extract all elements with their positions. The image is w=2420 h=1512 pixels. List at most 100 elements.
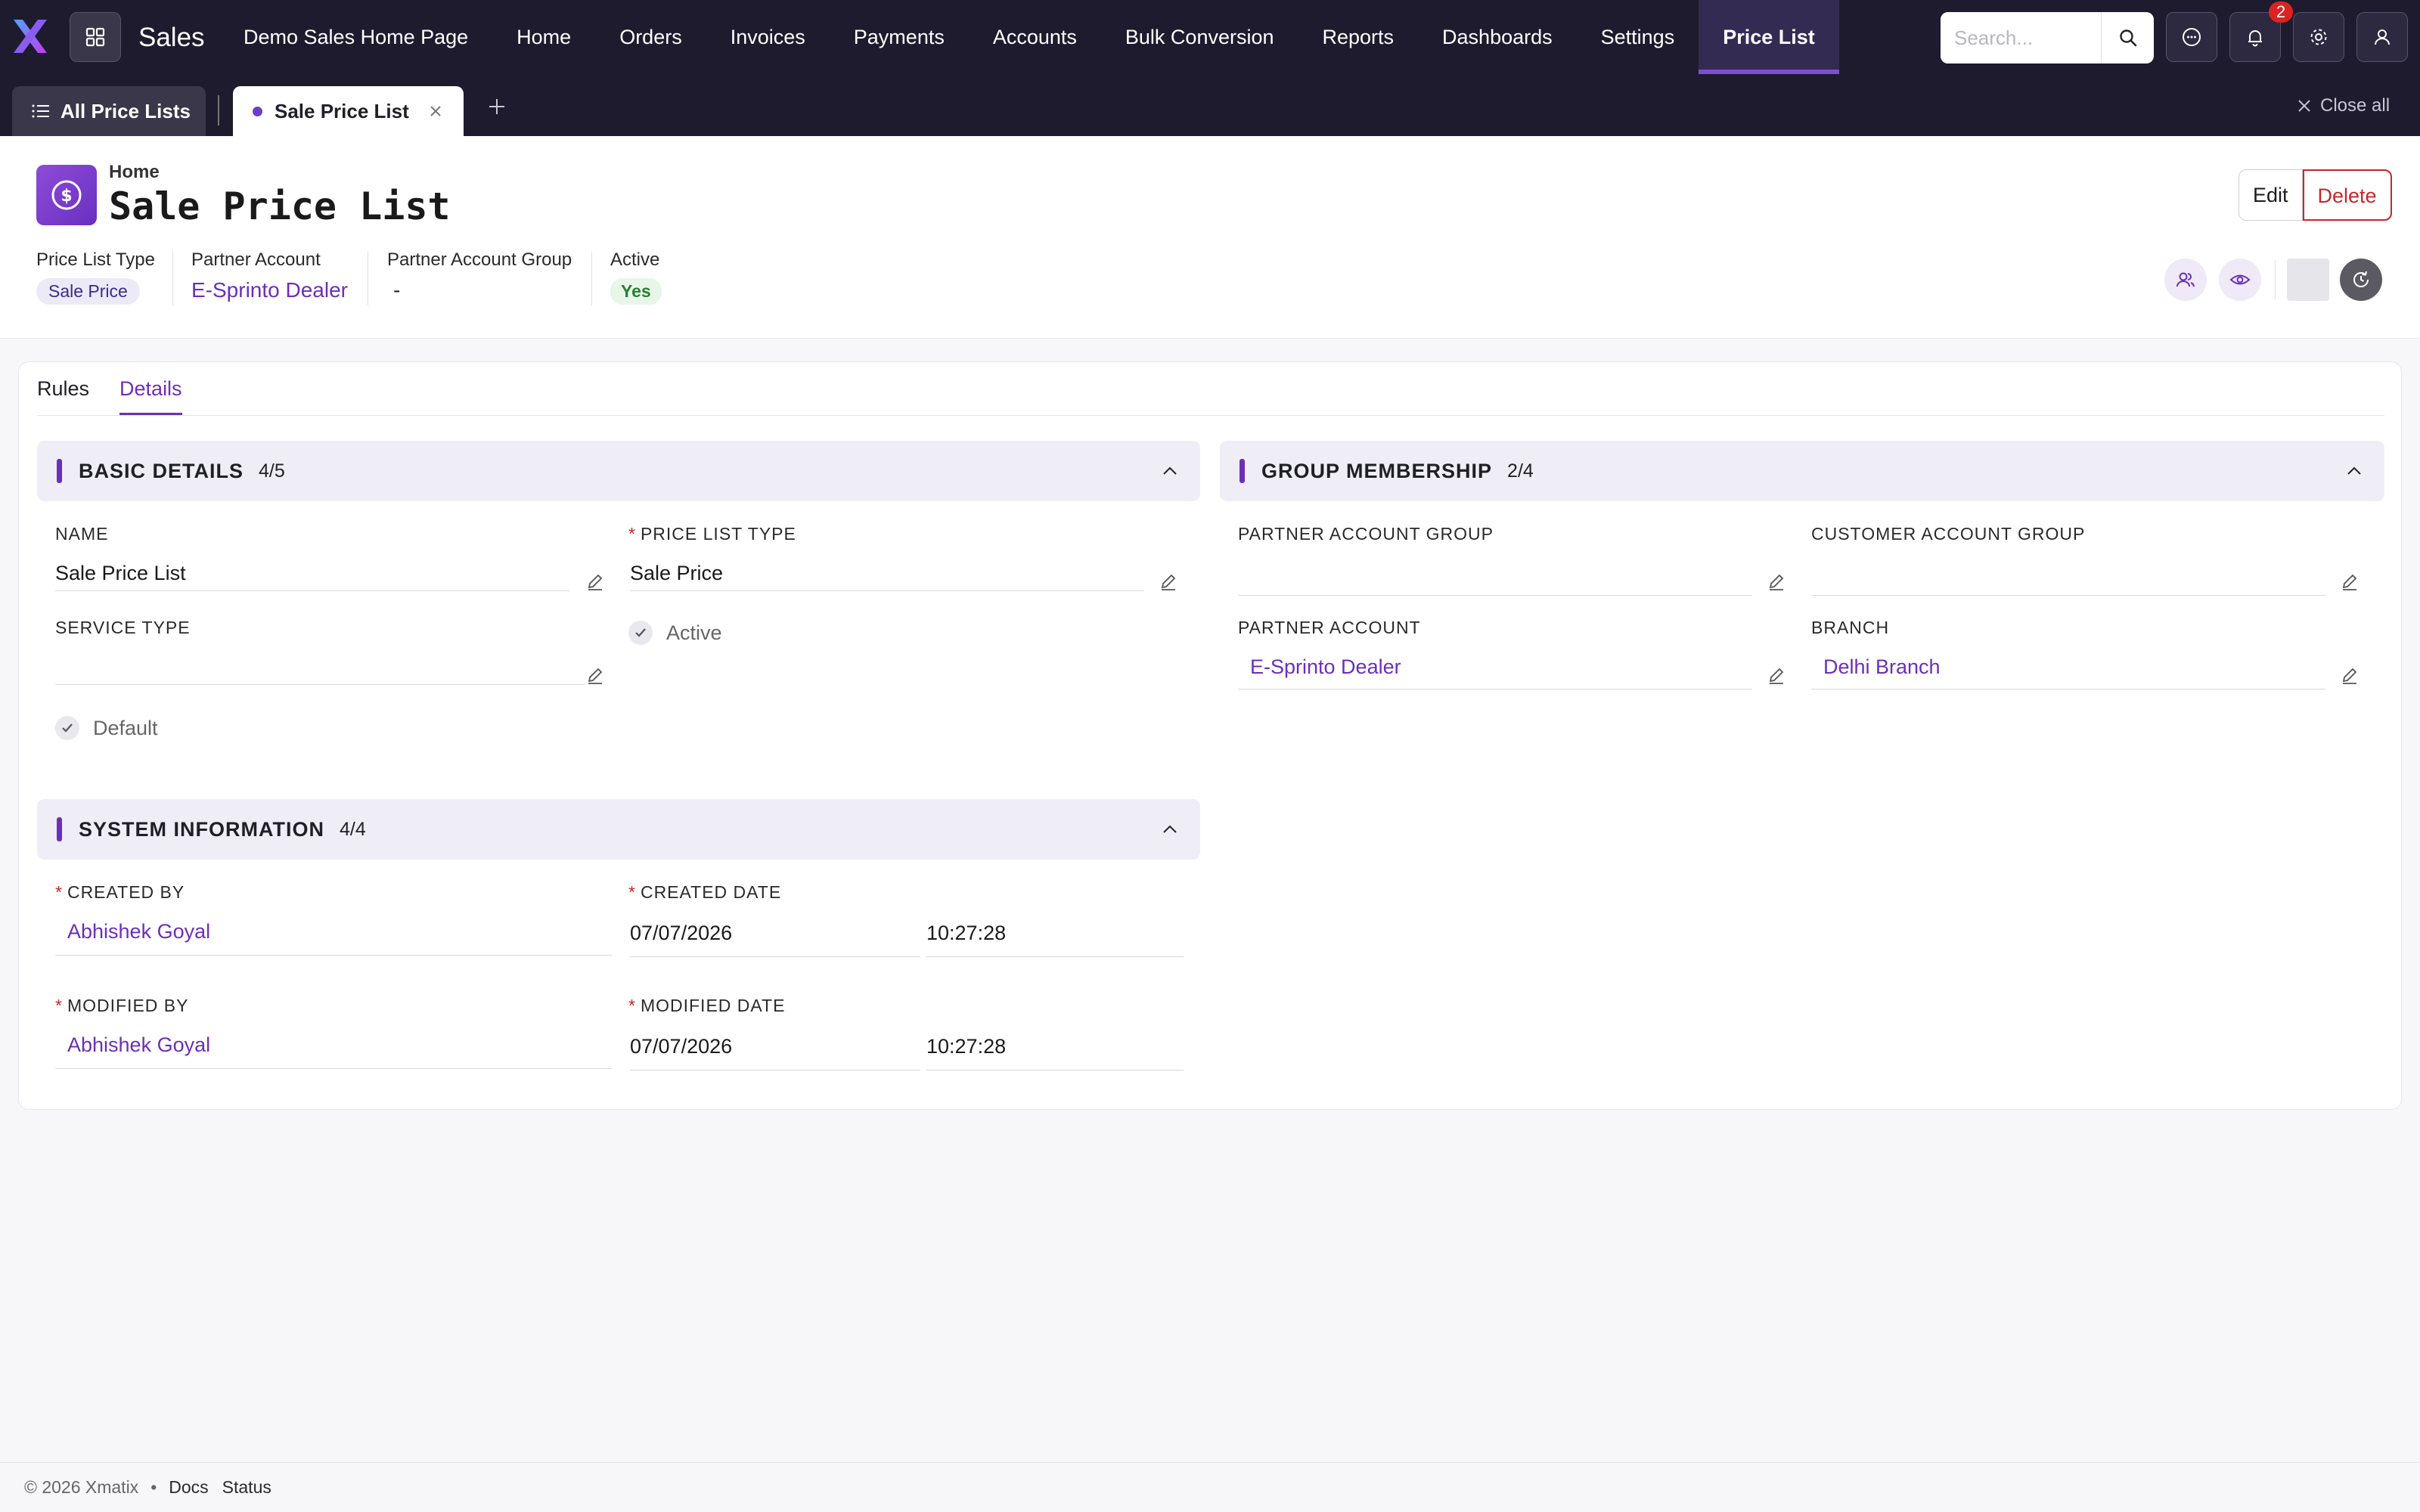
chat-bubble-icon — [2183, 28, 2201, 46]
watch-button[interactable] — [2219, 259, 2261, 301]
nav-link-orders[interactable]: Orders — [595, 0, 706, 74]
close-tab-icon[interactable] — [427, 103, 444, 119]
branch-label: BRANCH — [1811, 618, 1890, 637]
section-accent-bar — [1239, 459, 1245, 483]
partner-account-link[interactable]: E-Sprinto Dealer — [191, 278, 348, 302]
followers-button[interactable] — [2164, 259, 2207, 301]
grid-icon — [85, 27, 105, 47]
tab-rules[interactable]: Rules — [37, 377, 89, 416]
group-membership-section-header[interactable]: GROUP MEMBERSHIP 2/4 — [1220, 441, 2384, 501]
chat-button[interactable] — [2166, 12, 2217, 62]
name-value[interactable]: Sale Price List — [55, 562, 186, 585]
price-list-record-icon: $ — [36, 165, 97, 225]
header-actions: Edit Delete — [2238, 169, 2392, 221]
user-profile-button[interactable] — [2356, 12, 2408, 62]
docs-link[interactable]: Docs — [169, 1477, 208, 1498]
required-asterisk: * — [628, 882, 636, 902]
field-underline — [1238, 595, 1752, 596]
basic-details-section-header[interactable]: BASIC DETAILS 4/5 — [37, 441, 1200, 501]
created-date-value[interactable]: 07/07/2026 — [630, 922, 732, 945]
nav-link-bulk-conversion[interactable]: Bulk Conversion — [1101, 0, 1298, 74]
nav-link-price-list[interactable]: Price List — [1699, 0, 1839, 74]
field-underline — [630, 956, 920, 957]
pencil-icon[interactable] — [585, 571, 606, 592]
section-title: SYSTEM INFORMATION — [79, 817, 324, 841]
nav-link-invoices[interactable]: Invoices — [706, 0, 830, 74]
nav-link-demo-sales-home-page[interactable]: Demo Sales Home Page — [219, 0, 492, 74]
pencil-icon[interactable] — [1158, 571, 1179, 592]
field-underline — [55, 684, 585, 685]
created-by-value[interactable]: Abhishek Goyal — [67, 920, 210, 943]
created-time-value[interactable]: 10:27:28 — [926, 922, 1006, 945]
field-underline — [55, 955, 612, 956]
search-button[interactable] — [2101, 12, 2154, 64]
chevron-up-icon[interactable] — [1161, 462, 1179, 480]
modified-by-value[interactable]: Abhishek Goyal — [67, 1033, 210, 1057]
tab-all-price-lists-label: All Price Lists — [60, 99, 191, 122]
breadcrumb[interactable]: Home — [109, 162, 160, 183]
field-underline — [630, 590, 1144, 591]
main-nav-links: Demo Sales Home Page Home Orders Invoice… — [219, 0, 1839, 74]
partner-account-value[interactable]: E-Sprinto Dealer — [1250, 655, 1401, 679]
price-list-type-value[interactable]: Sale Price — [630, 562, 723, 585]
required-asterisk: * — [628, 996, 636, 1015]
nav-link-home[interactable]: Home — [492, 0, 595, 74]
copyright-text: © 2026 Xmatix — [24, 1477, 139, 1497]
record-detail-card: Rules Details BASIC DETAILS 4/5 NAME Sal… — [18, 361, 2402, 1110]
record-placeholder-button[interactable] — [2287, 259, 2329, 301]
nav-link-payments[interactable]: Payments — [830, 0, 969, 74]
system-information-section-header[interactable]: SYSTEM INFORMATION 4/4 — [37, 799, 1200, 860]
pencil-icon[interactable] — [2339, 571, 2360, 592]
chevron-up-icon[interactable] — [1161, 820, 1179, 838]
active-checkbox-label: Active — [666, 621, 722, 644]
app-launcher-button[interactable] — [70, 12, 121, 62]
meta-label: Partner Account Group — [387, 249, 572, 270]
global-search — [1941, 12, 2154, 64]
close-all-tabs-button[interactable]: Close all — [2296, 95, 2390, 116]
nav-link-reports[interactable]: Reports — [1298, 0, 1419, 74]
pencil-icon[interactable] — [2339, 665, 2360, 686]
xmatix-logo-icon[interactable] — [11, 17, 50, 56]
created-date-label-text: CREATED DATE — [640, 882, 782, 902]
checkbox-checked — [628, 621, 653, 645]
eye-icon — [2229, 274, 2251, 285]
tab-sale-price-list-label: Sale Price List — [275, 99, 409, 122]
nav-link-settings[interactable]: Settings — [1577, 0, 1699, 74]
pencil-icon[interactable] — [1766, 571, 1787, 592]
branch-value[interactable]: Delhi Branch — [1823, 655, 1941, 679]
history-button[interactable] — [2340, 259, 2382, 301]
settings-button[interactable] — [2293, 12, 2344, 62]
section-title: GROUP MEMBERSHIP — [1261, 459, 1493, 482]
active-status-badge: Yes — [610, 278, 662, 305]
nav-link-dashboards[interactable]: Dashboards — [1418, 0, 1577, 74]
add-tab-icon[interactable] — [487, 97, 507, 116]
tab-sale-price-list[interactable]: Sale Price List — [233, 86, 464, 136]
delete-button[interactable]: Delete — [2302, 169, 2392, 221]
nav-link-accounts[interactable]: Accounts — [969, 0, 1101, 74]
search-input[interactable] — [1941, 12, 2101, 64]
meta-partner-account: Partner Account E-Sprinto Dealer — [191, 249, 348, 302]
top-navigation-bar: Sales Demo Sales Home Page Home Orders I… — [0, 0, 2420, 74]
chevron-up-icon[interactable] — [2345, 462, 2363, 480]
required-asterisk: * — [55, 882, 63, 902]
footer-bullet: • — [150, 1477, 157, 1497]
default-checkbox[interactable]: Default — [55, 716, 158, 740]
name-label: NAME — [55, 524, 109, 544]
service-type-label: SERVICE TYPE — [55, 618, 191, 637]
tab-divider — [218, 95, 219, 125]
default-checkbox-label: Default — [93, 716, 158, 739]
modified-time-value[interactable]: 10:27:28 — [926, 1035, 1006, 1058]
pencil-icon[interactable] — [585, 665, 606, 686]
pencil-icon[interactable] — [1766, 665, 1787, 686]
edit-button[interactable]: Edit — [2238, 169, 2303, 221]
meta-divider — [172, 251, 173, 305]
tab-details[interactable]: Details — [119, 377, 182, 416]
tab-all-price-lists[interactable]: All Price Lists — [12, 86, 206, 136]
modified-date-value[interactable]: 07/07/2026 — [630, 1035, 732, 1058]
history-clock-icon — [2353, 271, 2369, 287]
active-checkbox[interactable]: Active — [628, 621, 722, 645]
status-link[interactable]: Status — [222, 1477, 271, 1498]
check-icon — [635, 628, 646, 637]
meta-label: Price List Type — [36, 249, 155, 270]
meta-label: Partner Account — [191, 249, 321, 270]
